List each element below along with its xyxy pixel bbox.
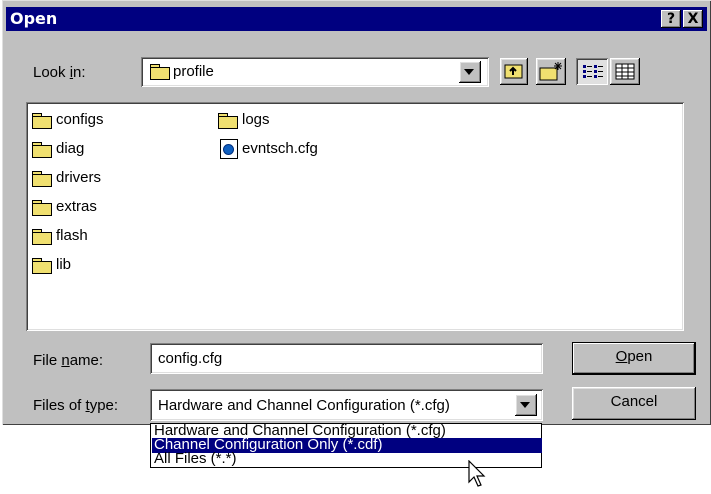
folder-label: diag [56,140,85,157]
window-title: Open [10,9,58,28]
up-one-level-button[interactable] [500,58,528,85]
open-folder-icon [150,64,170,80]
files-of-type-dropdown-button[interactable] [515,394,537,416]
help-button[interactable]: ? [661,10,681,28]
folder-item[interactable]: extras [32,195,97,219]
details-view-icon [615,63,635,80]
folder-item[interactable]: flash [32,224,88,248]
chevron-down-icon [520,402,530,408]
up-one-level-icon [504,64,523,79]
folder-icon [32,228,52,245]
config-file-icon [220,139,238,160]
close-button[interactable]: X [683,10,703,28]
file-list[interactable]: configs diag drivers extras flash lib logs evn… [26,102,684,331]
folder-label: flash [56,227,88,244]
create-new-folder-button[interactable] [536,58,566,85]
files-of-type-value: Hardware and Channel Configuration (*.cf… [158,397,450,414]
look-in-dropdown-button[interactable] [459,61,481,83]
look-in-label: Look in: [33,64,86,81]
details-view-button[interactable] [610,58,640,85]
open-button[interactable]: Open [572,342,696,375]
open-dialog: Open ? X Look in: profile configs diag d… [2,0,711,425]
folder-label: lib [56,256,72,273]
file-name-input[interactable]: config.cfg [150,343,543,374]
file-item[interactable]: evntsch.cfg [220,137,318,161]
file-name-value: config.cfg [158,350,223,367]
folder-icon [32,199,52,216]
folder-icon [32,170,52,187]
files-of-type-dropdown[interactable]: Hardware and Channel Configuration (*.cf… [150,389,543,421]
file-label: evntsch.cfg [242,140,318,157]
folder-item[interactable]: logs [218,108,270,132]
folder-icon [32,257,52,274]
list-view-button[interactable] [576,58,608,85]
folder-item[interactable]: configs [32,108,104,132]
file-name-label: File name: [33,352,104,369]
folder-label: logs [242,111,270,128]
folder-item[interactable]: lib [32,253,71,277]
folder-icon [218,112,238,129]
folder-label: drivers [56,169,102,186]
files-of-type-label: Files of type: [33,397,119,414]
list-view-icon [583,65,603,78]
folder-label: extras [56,198,97,215]
folder-label: configs [56,111,104,128]
folder-icon [32,112,52,129]
folder-icon [32,141,52,158]
look-in-value: profile [173,63,214,80]
chevron-down-icon [464,69,474,75]
create-new-folder-icon [539,62,562,81]
title-bar[interactable]: Open ? X [6,7,707,31]
look-in-dropdown[interactable]: profile [141,57,489,87]
folder-item[interactable]: diag [32,137,84,161]
folder-item[interactable]: drivers [32,166,101,190]
cancel-button[interactable]: Cancel [572,387,696,420]
mouse-pointer-icon [468,460,486,487]
